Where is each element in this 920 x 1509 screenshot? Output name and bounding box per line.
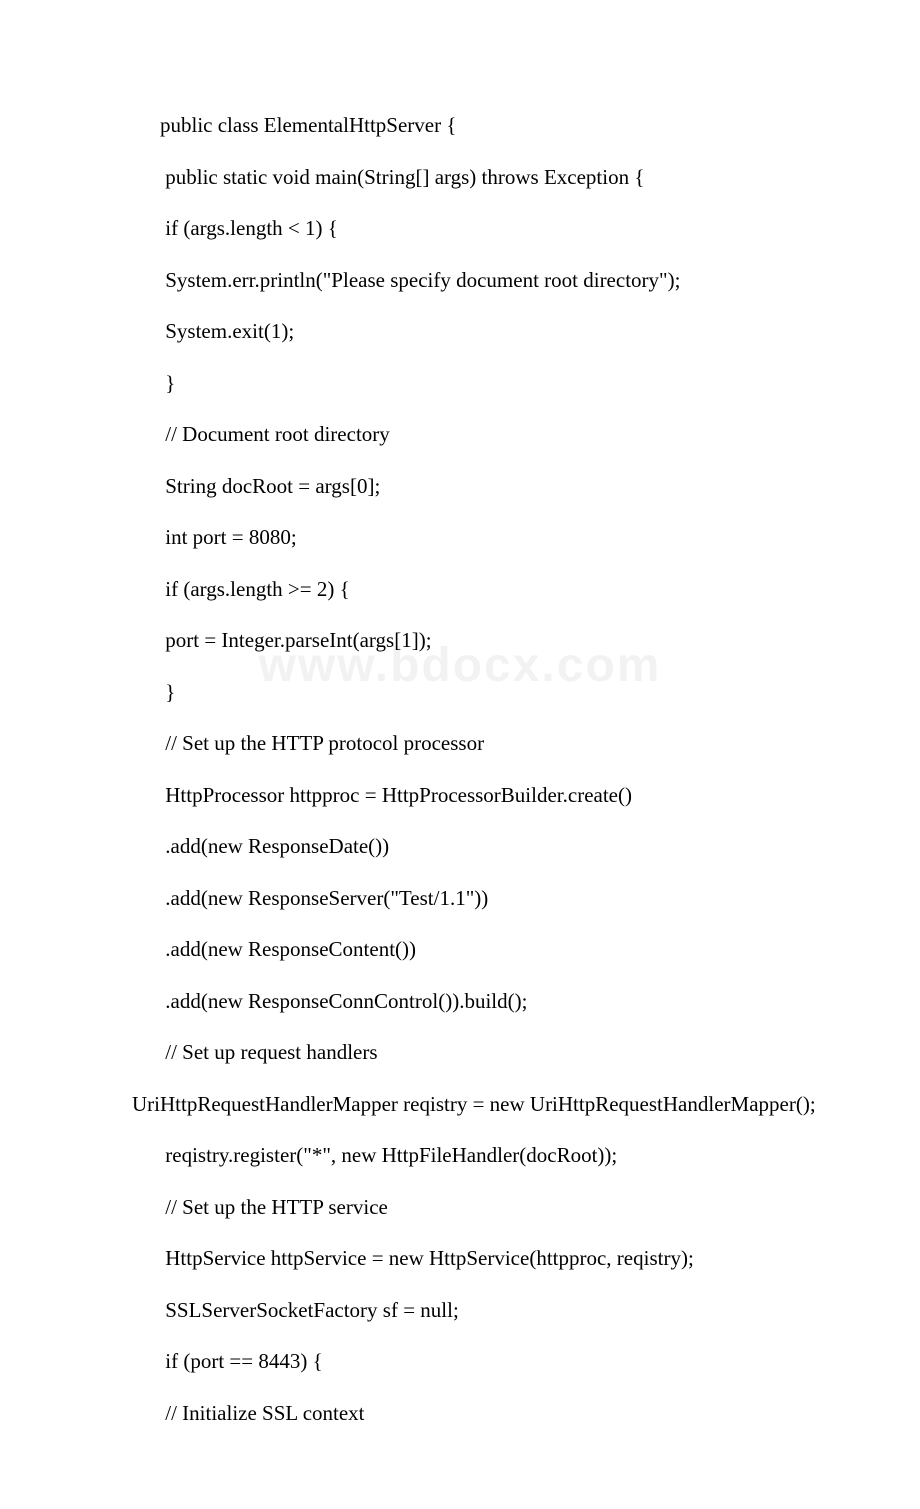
code-line: .add(new ResponseDate()) [90,831,830,863]
code-line: } [90,677,830,709]
code-line: .add(new ResponseContent()) [90,934,830,966]
code-line: System.exit(1); [90,316,830,348]
code-line: // Document root directory [90,419,830,451]
code-line: reqistry.register("*", new HttpFileHandl… [90,1140,830,1172]
code-line: .add(new ResponseServer("Test/1.1")) [90,883,830,915]
code-line: HttpService httpService = new HttpServic… [90,1243,830,1275]
code-line: // Set up the HTTP service [90,1192,830,1224]
code-line: if (args.length < 1) { [90,213,830,245]
code-line: } [90,368,830,400]
code-line: SSLServerSocketFactory sf = null; [90,1295,830,1327]
code-line: System.err.println("Please specify docum… [90,265,830,297]
code-line: .add(new ResponseConnControl()).build(); [90,986,830,1018]
code-line: // Initialize SSL context [90,1398,830,1430]
code-line: public class ElementalHttpServer { [90,110,830,142]
code-line: if (port == 8443) { [90,1346,830,1378]
code-line: String docRoot = args[0]; [90,471,830,503]
code-line: // Set up request handlers [90,1037,830,1069]
code-line: port = Integer.parseInt(args[1]); [90,625,830,657]
code-line: if (args.length >= 2) { [90,574,830,606]
code-line: UriHttpRequestHandlerMapper reqistry = n… [90,1089,830,1121]
document-page: www.bdocx.com public class ElementalHttp… [0,0,920,1509]
code-line: // Set up the HTTP protocol processor [90,728,830,760]
code-line: int port = 8080; [90,522,830,554]
code-line: public static void main(String[] args) t… [90,162,830,194]
code-line: HttpProcessor httpproc = HttpProcessorBu… [90,780,830,812]
code-block: public class ElementalHttpServer { publi… [90,110,830,1429]
